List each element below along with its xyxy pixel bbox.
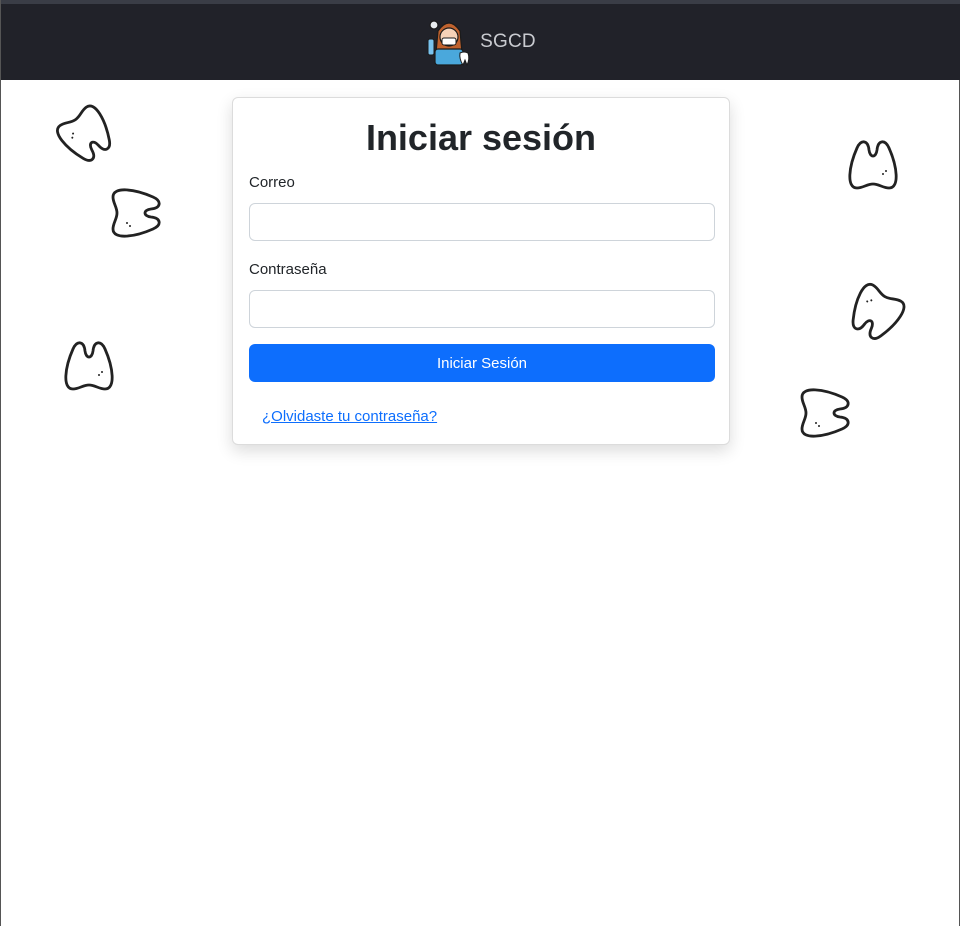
email-label: Correo <box>249 174 295 191</box>
password-label: Contraseña <box>249 261 327 278</box>
password-field[interactable] <box>249 290 715 328</box>
navbar: SGCD <box>1 4 960 80</box>
brand-name: SGCD <box>480 31 536 52</box>
login-card: Iniciar sesión Correo Contraseña Iniciar… <box>232 97 730 445</box>
tooth-icon <box>105 181 169 245</box>
tooth-icon <box>57 333 121 397</box>
tooth-icon <box>794 381 858 445</box>
page-title: Iniciar sesión <box>365 117 597 158</box>
tooth-icon <box>831 270 918 357</box>
dentist-avatar-icon <box>427 20 470 67</box>
login-button[interactable]: Iniciar Sesión <box>249 344 715 382</box>
forgot-password-link[interactable]: ¿Olvidaste tu contraseña? <box>262 408 437 425</box>
email-field[interactable] <box>249 203 715 241</box>
tooth-icon <box>42 91 131 180</box>
navbar-brand[interactable]: SGCD <box>426 17 536 67</box>
tooth-icon <box>841 132 905 196</box>
